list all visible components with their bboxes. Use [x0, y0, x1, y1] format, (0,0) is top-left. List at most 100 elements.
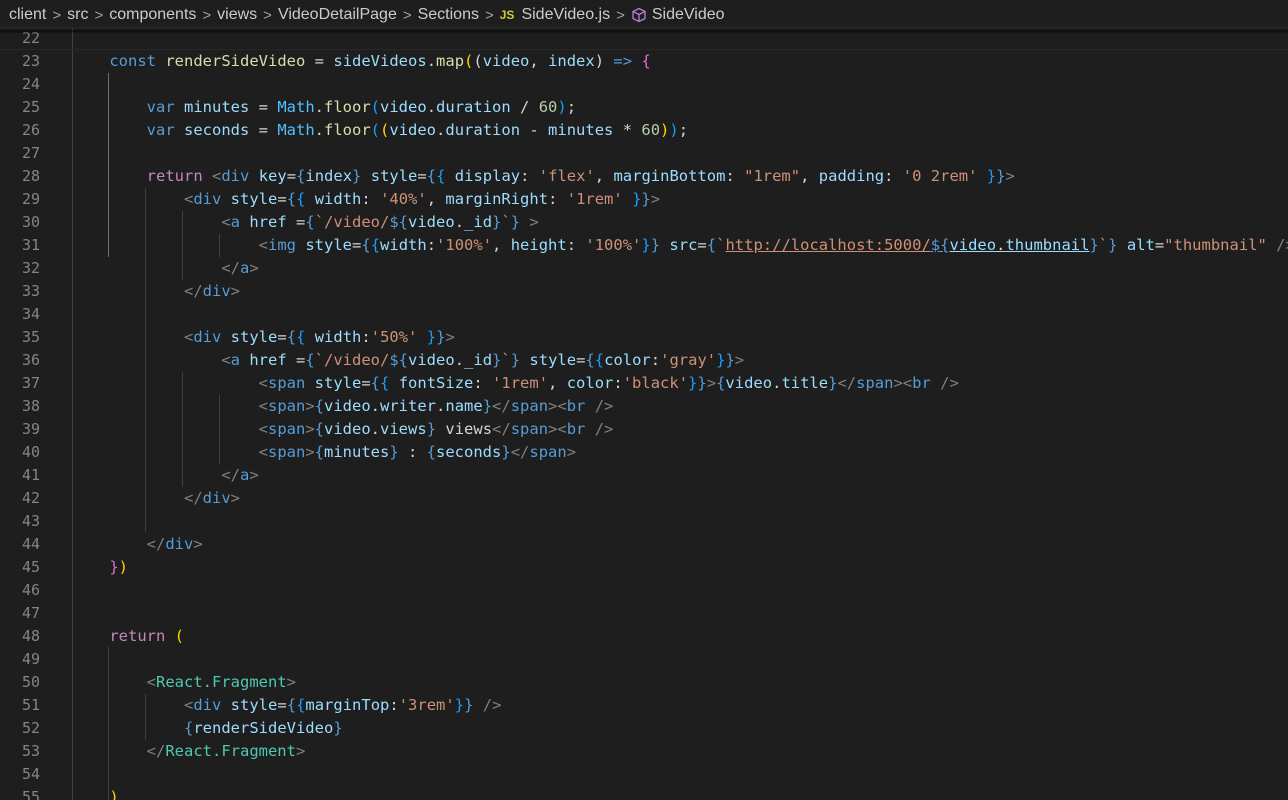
- code-line: 54: [0, 763, 1288, 786]
- line-number: 31: [21, 236, 40, 254]
- code-line: 22: [0, 27, 1288, 50]
- line-number: 39: [21, 420, 40, 438]
- line-number: 35: [21, 328, 40, 346]
- code-text: <div style={{ width: '40%', marginRight:…: [183, 190, 661, 208]
- code-text: <a href ={`/video/${video._id}`} style={…: [221, 351, 745, 369]
- code-text: <React.Fragment>: [146, 673, 296, 691]
- code-text: <div style={{ width:'50%' }}>: [183, 328, 455, 346]
- code-line: 49: [0, 648, 1288, 671]
- code-line: 41 </a>: [0, 464, 1288, 487]
- code-line: 34: [0, 303, 1288, 326]
- chevron-right-icon: >: [202, 6, 212, 24]
- code-text: <span>{video.views} views</span><br />: [258, 420, 614, 438]
- breadcrumb-file[interactable]: SideVideo.js: [521, 6, 610, 24]
- line-number: 28: [21, 167, 40, 185]
- code-text: ): [109, 788, 119, 800]
- code-line: 50 <React.Fragment>: [0, 671, 1288, 694]
- code-text: var seconds = Math.floor((video.duration…: [146, 121, 689, 139]
- line-number: 22: [21, 29, 40, 47]
- code-text: <div style={{marginTop:'3rem'}} />: [183, 696, 502, 714]
- code-line: 36 <a href ={`/video/${video._id}`} styl…: [0, 349, 1288, 372]
- code-line: 43: [0, 510, 1288, 533]
- code-line: 52 {renderSideVideo}: [0, 717, 1288, 740]
- code-line: 37 <span style={{ fontSize: '1rem', colo…: [0, 372, 1288, 395]
- code-line: 27: [0, 142, 1288, 165]
- line-number: 50: [21, 673, 40, 691]
- line-number: 42: [21, 489, 40, 507]
- chevron-right-icon: >: [52, 6, 62, 24]
- code-line: 31 <img style={{width:'100%', height: '1…: [0, 234, 1288, 257]
- code-line: 28 return <div key={index} style={{ disp…: [0, 165, 1288, 188]
- code-text: {renderSideVideo}: [183, 719, 343, 737]
- code-line: 55 ): [0, 786, 1288, 800]
- line-number: 49: [21, 650, 40, 668]
- line-number: 29: [21, 190, 40, 208]
- line-number: 52: [21, 719, 40, 737]
- breadcrumb-item-src[interactable]: src: [67, 6, 88, 24]
- line-number: 38: [21, 397, 40, 415]
- code-text: </div>: [183, 282, 240, 300]
- code-line: 29 <div style={{ width: '40%', marginRig…: [0, 188, 1288, 211]
- code-text: </a>: [221, 259, 259, 277]
- line-number: 37: [21, 374, 40, 392]
- line-number: 47: [21, 604, 40, 622]
- line-number: 41: [21, 466, 40, 484]
- line-number: 43: [21, 512, 40, 530]
- chevron-right-icon: >: [402, 6, 412, 24]
- code-text: </a>: [221, 466, 259, 484]
- code-line: 51 <div style={{marginTop:'3rem'}} />: [0, 694, 1288, 717]
- breadcrumb: client > src > components > views > Vide…: [0, 0, 1288, 30]
- code-text: <span style={{ fontSize: '1rem', color:'…: [258, 374, 959, 392]
- breadcrumb-item-components[interactable]: components: [109, 6, 196, 24]
- code-line: 26 var seconds = Math.floor((video.durat…: [0, 119, 1288, 142]
- chevron-right-icon: >: [263, 6, 272, 24]
- symbol-cube-icon: [632, 7, 646, 23]
- line-number: 25: [21, 98, 40, 116]
- chevron-right-icon: >: [484, 6, 494, 24]
- breadcrumb-item-sections[interactable]: Sections: [418, 6, 479, 24]
- code-line: 40 <span>{minutes} : {seconds}</span>: [0, 441, 1288, 464]
- chevron-right-icon: >: [94, 6, 104, 24]
- code-text: </div>: [146, 535, 203, 553]
- line-number: 36: [21, 351, 40, 369]
- code-text: <a href ={`/video/${video._id}`} >: [221, 213, 539, 231]
- code-text: var minutes = Math.floor(video.duration …: [146, 98, 577, 116]
- code-line: 33 </div>: [0, 280, 1288, 303]
- line-number: 24: [21, 75, 40, 93]
- line-number: 26: [21, 121, 40, 139]
- line-number: 54: [21, 765, 40, 783]
- code-text: const renderSideVideo = sideVideos.map((…: [109, 52, 651, 70]
- code-text: <span>{video.writer.name}</span><br />: [258, 397, 614, 415]
- code-editor[interactable]: 22 23 const renderSideVideo = sideVideos…: [0, 27, 1288, 800]
- code-line: 25 var minutes = Math.floor(video.durati…: [0, 96, 1288, 119]
- code-text: }): [109, 558, 129, 576]
- line-number: 44: [21, 535, 40, 553]
- code-line: 23 const renderSideVideo = sideVideos.ma…: [0, 50, 1288, 73]
- code-line: 42 </div>: [0, 487, 1288, 510]
- breadcrumb-item-views[interactable]: views: [217, 6, 257, 24]
- code-line: 35 <div style={{ width:'50%' }}>: [0, 326, 1288, 349]
- code-line: 46: [0, 579, 1288, 602]
- code-line: 48 return (: [0, 625, 1288, 648]
- line-number: 34: [21, 305, 40, 323]
- code-line: 47: [0, 602, 1288, 625]
- line-number: 55: [21, 788, 40, 800]
- code-text: <img style={{width:'100%', height: '100%…: [258, 236, 1288, 254]
- line-number: 48: [21, 627, 40, 645]
- line-number: 45: [21, 558, 40, 576]
- line-number: 53: [21, 742, 40, 760]
- code-line: 30 <a href ={`/video/${video._id}`} >: [0, 211, 1288, 234]
- chevron-right-icon: >: [616, 6, 625, 24]
- line-number: 32: [21, 259, 40, 277]
- breadcrumb-symbol[interactable]: SideVideo: [652, 6, 725, 24]
- line-number: 27: [21, 144, 40, 162]
- line-number: 23: [21, 52, 40, 70]
- line-number: 51: [21, 696, 40, 714]
- breadcrumb-item-client[interactable]: client: [9, 6, 46, 24]
- code-line: 32 </a>: [0, 257, 1288, 280]
- code-line: 45 }): [0, 556, 1288, 579]
- code-text: </div>: [183, 489, 240, 507]
- breadcrumb-item-videodetailpage[interactable]: VideoDetailPage: [278, 6, 397, 24]
- line-number: 30: [21, 213, 40, 231]
- code-text: </React.Fragment>: [146, 742, 306, 760]
